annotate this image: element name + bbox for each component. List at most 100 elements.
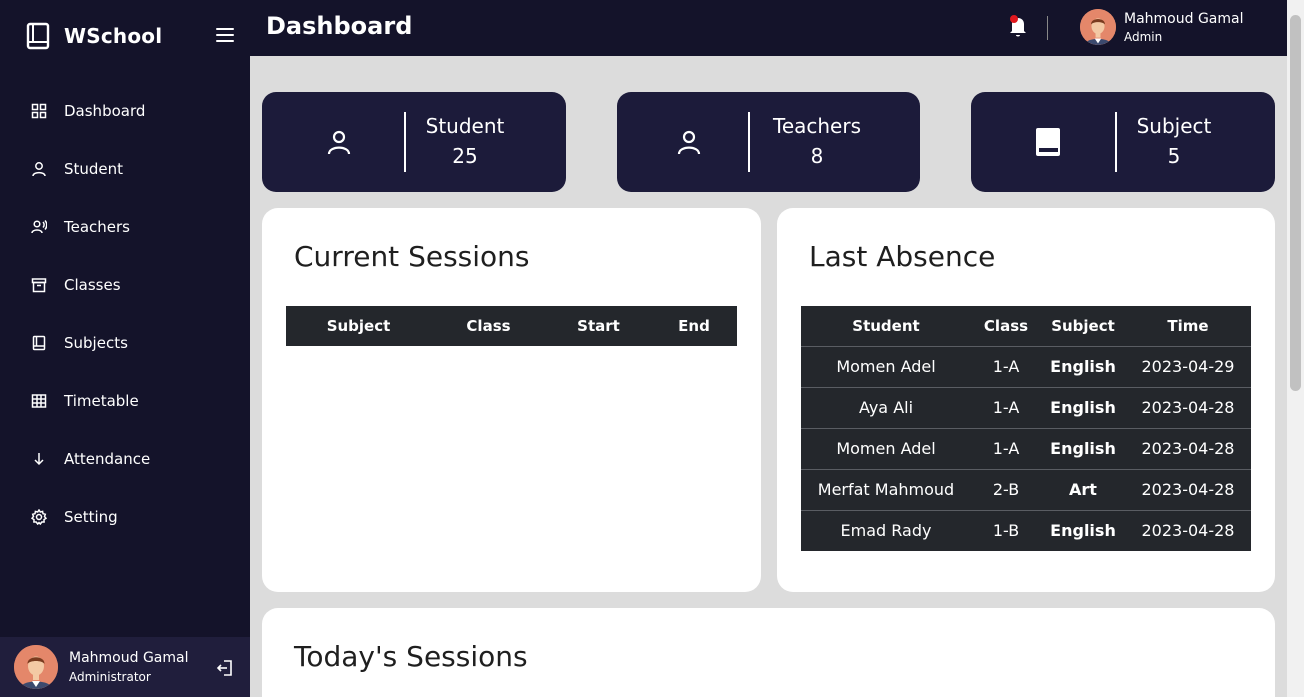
column-header[interactable]: End bbox=[651, 306, 737, 346]
column-header[interactable]: Start bbox=[546, 306, 651, 346]
cell-student: Momen Adel bbox=[801, 427, 971, 469]
stat-value: 25 bbox=[452, 144, 478, 168]
page-title: Dashboard bbox=[266, 12, 413, 40]
sidebar-item-label: Student bbox=[64, 160, 124, 178]
brand[interactable]: WSchool bbox=[26, 22, 162, 50]
gear-icon bbox=[30, 508, 48, 526]
stat-value: 8 bbox=[810, 144, 824, 168]
logout-icon[interactable] bbox=[216, 659, 234, 677]
sidebar-item-dashboard[interactable]: Dashboard bbox=[0, 82, 250, 140]
stat-divider bbox=[748, 112, 750, 172]
avatar bbox=[14, 645, 58, 689]
avatar bbox=[1080, 9, 1116, 45]
grid-icon bbox=[30, 102, 48, 120]
sidebar-item-label: Attendance bbox=[64, 450, 151, 468]
stat-label: Student bbox=[425, 114, 505, 138]
user-icon bbox=[677, 130, 701, 155]
sidebar-item-label: Classes bbox=[64, 276, 121, 294]
sidebar-item-classes[interactable]: Classes bbox=[0, 256, 250, 314]
cell-class: 1-A bbox=[971, 345, 1041, 387]
column-header[interactable]: Subject bbox=[1041, 306, 1125, 346]
sidebar-item-teachers[interactable]: Teachers bbox=[0, 198, 250, 256]
todays-sessions-panel: Today's Sessions bbox=[262, 608, 1275, 697]
cell-subject: English bbox=[1041, 509, 1125, 551]
user-name: Mahmoud Gamal bbox=[69, 650, 189, 666]
panel-title: Today's Sessions bbox=[294, 640, 528, 673]
scrollbar-thumb[interactable] bbox=[1290, 15, 1301, 391]
cell-subject: English bbox=[1041, 427, 1125, 469]
hamburger-menu-icon[interactable] bbox=[216, 28, 234, 44]
notification-dot bbox=[1010, 15, 1018, 23]
table-row[interactable]: Momen Adel 1-A English 2023-04-28 bbox=[801, 427, 1251, 469]
cell-student: Momen Adel bbox=[801, 345, 971, 387]
user-role: Administrator bbox=[69, 670, 151, 684]
book-icon bbox=[30, 334, 48, 352]
stat-card-student[interactable]: Student 25 bbox=[262, 92, 566, 192]
last-absence-panel: Last Absence Student Class Subject Time … bbox=[777, 208, 1275, 592]
table-row[interactable]: Momen Adel 1-A English 2023-04-29 bbox=[801, 345, 1251, 387]
stat-card-subject[interactable]: Subject 5 bbox=[971, 92, 1275, 192]
cell-student: Merfat Mahmoud bbox=[801, 468, 971, 510]
sidebar-item-setting[interactable]: Setting bbox=[0, 488, 250, 546]
sidebar-item-subjects[interactable]: Subjects bbox=[0, 314, 250, 372]
sidebar-item-attendance[interactable]: Attendance bbox=[0, 430, 250, 488]
sidebar-item-label: Setting bbox=[64, 508, 118, 526]
cell-time: 2023-04-28 bbox=[1125, 509, 1251, 551]
cell-subject: English bbox=[1041, 345, 1125, 387]
cell-class: 2-B bbox=[971, 468, 1041, 510]
table-row[interactable]: Aya Ali 1-A English 2023-04-28 bbox=[801, 386, 1251, 428]
brand-name: WSchool bbox=[64, 24, 163, 48]
table-row[interactable]: Emad Rady 1-B English 2023-04-28 bbox=[801, 509, 1251, 551]
sidebar-item-label: Dashboard bbox=[64, 102, 146, 120]
panel-title: Last Absence bbox=[809, 240, 996, 273]
sidebar-item-student[interactable]: Student bbox=[0, 140, 250, 198]
bell-icon[interactable] bbox=[1007, 14, 1029, 38]
cell-subject: Art bbox=[1041, 468, 1125, 510]
stat-card-teachers[interactable]: Teachers 8 bbox=[617, 92, 920, 192]
top-header: Dashboard Mahmoud Gamal Admin bbox=[250, 0, 1287, 56]
header-user-profile[interactable]: Mahmoud Gamal Admin bbox=[1080, 9, 1243, 45]
arrow-down-icon bbox=[30, 450, 48, 468]
cell-time: 2023-04-28 bbox=[1125, 468, 1251, 510]
panel-title: Current Sessions bbox=[294, 240, 530, 273]
column-header[interactable]: Student bbox=[801, 306, 971, 346]
header-divider bbox=[1047, 16, 1048, 40]
user-role: Admin bbox=[1124, 29, 1163, 44]
column-header[interactable]: Class bbox=[971, 306, 1041, 346]
sidebar-nav: Dashboard Student Teachers Classes Subje… bbox=[0, 82, 250, 546]
last-absence-table: Student Class Subject Time Momen Adel 1-… bbox=[801, 306, 1251, 551]
cell-time: 2023-04-29 bbox=[1125, 345, 1251, 387]
page-scrollbar[interactable] bbox=[1287, 0, 1304, 697]
table-row[interactable]: Merfat Mahmoud 2-B Art 2023-04-28 bbox=[801, 468, 1251, 510]
sidebar-item-timetable[interactable]: Timetable bbox=[0, 372, 250, 430]
book-icon bbox=[26, 22, 50, 50]
sidebar-item-label: Teachers bbox=[64, 218, 130, 236]
stat-value: 5 bbox=[1167, 144, 1181, 168]
sidebar-user-profile[interactable]: Mahmoud Gamal Administrator bbox=[0, 637, 250, 697]
current-sessions-panel: Current Sessions Subject Class Start End bbox=[262, 208, 761, 592]
user-icon bbox=[327, 130, 351, 155]
stat-label: Subject bbox=[1136, 114, 1212, 138]
user-name: Mahmoud Gamal bbox=[1124, 10, 1244, 27]
user-icon bbox=[30, 160, 48, 178]
cell-student: Aya Ali bbox=[801, 386, 971, 428]
stat-divider bbox=[1115, 112, 1117, 172]
cell-class: 1-A bbox=[971, 427, 1041, 469]
table-icon bbox=[30, 392, 48, 410]
stat-label: Teachers bbox=[773, 114, 861, 138]
table-header-row: Student Class Subject Time bbox=[801, 306, 1251, 346]
column-header[interactable]: Time bbox=[1125, 306, 1251, 346]
sidebar-item-label: Timetable bbox=[64, 392, 139, 410]
column-header[interactable]: Class bbox=[431, 306, 546, 346]
cell-subject: English bbox=[1041, 386, 1125, 428]
teacher-icon bbox=[30, 218, 48, 236]
current-sessions-table: Subject Class Start End bbox=[286, 306, 737, 346]
sidebar-item-label: Subjects bbox=[64, 334, 128, 352]
cell-time: 2023-04-28 bbox=[1125, 427, 1251, 469]
table-header-row: Subject Class Start End bbox=[286, 306, 737, 346]
cell-class: 1-B bbox=[971, 509, 1041, 551]
cell-class: 1-A bbox=[971, 386, 1041, 428]
column-header[interactable]: Subject bbox=[286, 306, 431, 346]
archive-icon bbox=[30, 276, 48, 294]
cell-time: 2023-04-28 bbox=[1125, 386, 1251, 428]
